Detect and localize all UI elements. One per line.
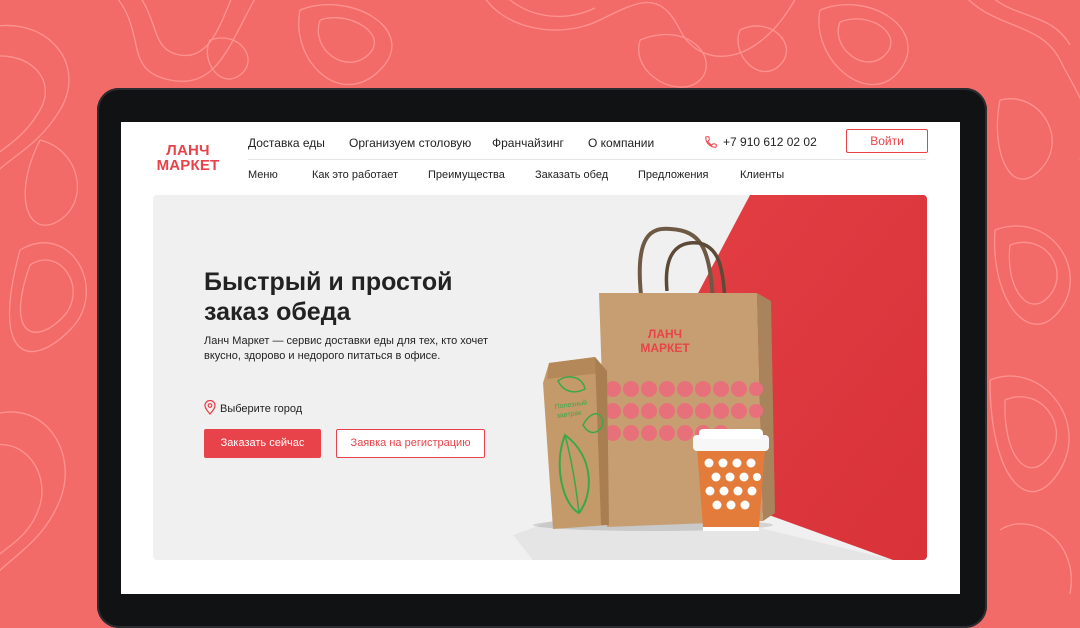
nav-advantages[interactable]: Преимущества <box>428 169 505 181</box>
nav-how-it-works[interactable]: Как это работает <box>312 169 398 181</box>
nav-menu[interactable]: Меню <box>248 169 278 181</box>
hero-title: Быстрый и простой заказ обеда <box>204 267 504 327</box>
phone-number: +7 910 612 02 02 <box>723 135 817 149</box>
phone-icon <box>705 136 717 148</box>
hero-title-line-1: Быстрый и простой <box>204 268 453 296</box>
lunch-market-logo[interactable]: ЛАНЧ МАРКЕТ <box>152 143 224 173</box>
hero-description-line-1: Ланч Маркет — сервис доставки еды для те… <box>204 335 489 347</box>
order-now-button[interactable]: Заказать сейчас <box>204 429 321 458</box>
nav-clients[interactable]: Клиенты <box>740 169 784 181</box>
hero-description-line-2: вкусно, здорово и недорого питаться в оф… <box>204 350 441 362</box>
nav-organize-canteen[interactable]: Организуем столовую <box>349 136 471 150</box>
city-selector[interactable]: Выберите город <box>204 399 303 415</box>
location-pin-icon <box>204 399 216 415</box>
product-packaging-illustration: ЛАНЧ МАРКЕТ Полезный завтрак <box>533 226 775 531</box>
nav-franchising[interactable]: Франчайзинг <box>492 136 564 150</box>
nav-food-delivery[interactable]: Доставка еды <box>248 136 325 150</box>
login-button[interactable]: Войти <box>846 129 928 153</box>
nav-about-company[interactable]: О компании <box>588 136 654 150</box>
city-label: Выберите город <box>220 403 303 415</box>
phone-contact[interactable]: +7 910 612 02 02 <box>704 135 817 149</box>
logo-line-1: ЛАНЧ <box>166 142 210 159</box>
header-divider <box>248 159 926 160</box>
nav-order-lunch[interactable]: Заказать обед <box>535 169 608 181</box>
nav-offers[interactable]: Предложения <box>638 169 709 181</box>
hero-banner: Быстрый и простой заказ обеда Ланч Марке… <box>153 195 927 560</box>
logo-line-2: МАРКЕТ <box>156 157 220 174</box>
bag-logo-line-1: ЛАНЧ <box>648 327 682 341</box>
hero-title-line-2: заказ обеда <box>204 298 351 326</box>
bag-logo-line-2: МАРКЕТ <box>640 341 690 355</box>
website-screen: ЛАНЧ МАРКЕТ Доставка еды Организуем стол… <box>121 122 960 594</box>
registration-request-button[interactable]: Заявка на регистрацию <box>336 429 485 458</box>
hero-description: Ланч Маркет — сервис доставки еды для те… <box>204 334 494 364</box>
